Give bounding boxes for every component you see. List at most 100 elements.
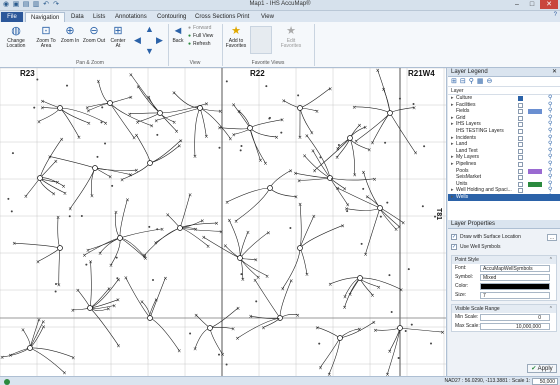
edit-favorites-button[interactable]: ★ Edit Favorites bbox=[276, 25, 306, 49]
layer-visibility-checkbox[interactable] bbox=[518, 194, 523, 200]
max-scale-input[interactable]: 10,000,000 bbox=[480, 323, 550, 330]
back-button[interactable]: ◄ Back bbox=[170, 25, 186, 44]
layer-visibility-checkbox[interactable] bbox=[518, 175, 523, 181]
change-location-button[interactable]: ◍ Change Location bbox=[2, 25, 30, 49]
layer-visibility-checkbox[interactable] bbox=[518, 135, 523, 141]
draw-surface-checkbox[interactable]: ✓ Draw with Surface Location ... bbox=[451, 232, 557, 242]
minimize-button[interactable]: – bbox=[510, 0, 524, 9]
layer-row[interactable]: Units ⚲ bbox=[448, 181, 560, 188]
tab-navigation[interactable]: Navigation bbox=[25, 12, 66, 22]
tab-print[interactable]: Print bbox=[232, 12, 254, 22]
close-button[interactable]: ✕ bbox=[540, 0, 558, 9]
search-layer-icon[interactable]: ⚲ bbox=[469, 78, 474, 85]
layer-name: My Layers bbox=[456, 154, 480, 161]
tab-annotations[interactable]: Annotations bbox=[110, 12, 152, 22]
layer-row[interactable]: ▸ Incidents ⚲ bbox=[448, 135, 560, 142]
layer-row[interactable]: Pools ⚲ bbox=[448, 168, 560, 175]
layer-name: Culture bbox=[456, 95, 473, 101]
layer-row[interactable]: ▸ IHS Layers ⚲ bbox=[448, 121, 560, 128]
visible-scale-header[interactable]: Visible Scale Range ⌃ bbox=[452, 305, 556, 313]
layer-row[interactable]: ▸ Facilities ⚲ bbox=[448, 102, 560, 109]
collapse-icon[interactable]: ⌃ bbox=[549, 305, 553, 313]
layer-visibility-checkbox[interactable] bbox=[518, 148, 523, 154]
use-well-symbols-checkbox[interactable]: ✓ Use Well Symbols bbox=[451, 242, 557, 252]
layer-row[interactable]: SeisMarket ⚲ bbox=[448, 174, 560, 181]
layer-visibility-checkbox[interactable] bbox=[518, 102, 523, 108]
layer-row[interactable]: ▸ Wells ⚲ bbox=[448, 193, 560, 201]
well-pad-symbol bbox=[37, 175, 43, 181]
layer-visibility-checkbox[interactable] bbox=[518, 188, 523, 194]
tab-file[interactable]: File bbox=[1, 12, 23, 22]
add-layer-icon[interactable]: ⊞ bbox=[451, 78, 457, 85]
layer-row[interactable]: ▸ Pipelines ⚲ bbox=[448, 161, 560, 168]
more-options-button[interactable]: ... bbox=[547, 233, 557, 241]
well-symbol: × bbox=[296, 313, 300, 319]
layer-row[interactable]: ▸ Culture ⚲ bbox=[448, 95, 560, 102]
layer-visibility-checkbox[interactable] bbox=[518, 96, 523, 101]
layer-properties-icon[interactable]: ⚲ bbox=[548, 174, 552, 181]
help-icon[interactable]: ? bbox=[554, 12, 557, 18]
refresh-button[interactable]: ● Refresh bbox=[188, 41, 211, 47]
layer-row[interactable]: ▸ My Layers ⚲ bbox=[448, 154, 560, 161]
full-view-button[interactable]: ● Full View bbox=[188, 33, 213, 39]
layer-visibility-checkbox[interactable] bbox=[518, 115, 523, 121]
add-to-favorites-button[interactable]: ★ Add to Favorites bbox=[224, 25, 248, 49]
layer-settings-icon[interactable]: ▦ bbox=[477, 78, 484, 85]
layer-visibility-checkbox[interactable] bbox=[518, 181, 523, 187]
layer-visibility-checkbox[interactable] bbox=[518, 109, 523, 115]
pan-right-icon[interactable]: ▶ bbox=[156, 35, 163, 45]
layer-row[interactable]: Fields ⚲ bbox=[448, 108, 560, 115]
forward-button[interactable]: ● Forward bbox=[188, 25, 211, 31]
layer-row[interactable]: ▸ Well Holding and Spaci... ⚲ bbox=[448, 187, 560, 194]
size-select[interactable]: 7 bbox=[480, 292, 550, 299]
apply-button[interactable]: ✔ Apply bbox=[527, 364, 557, 373]
tab-contouring[interactable]: Contouring bbox=[152, 12, 191, 22]
pan-arrows[interactable]: ▲ ◀ ▶ ▼ bbox=[132, 24, 166, 58]
point-style-header[interactable]: Point Style ⌃ bbox=[452, 256, 556, 264]
pan-left-icon[interactable]: ◀ bbox=[134, 35, 141, 45]
layer-properties-icon[interactable]: ⚲ bbox=[548, 194, 552, 201]
scale-select[interactable]: 50,000 bbox=[532, 378, 558, 385]
layer-row[interactable]: ▸ Land ⚲ bbox=[448, 141, 560, 148]
layer-visibility-checkbox[interactable] bbox=[518, 155, 523, 161]
pan-down-icon[interactable]: ▼ bbox=[145, 46, 154, 56]
map-drawing[interactable]: ××× ×××××××××××××××××××××××××××× × ××××× ×××… bbox=[0, 68, 447, 376]
tab-lists[interactable]: Lists bbox=[88, 12, 110, 22]
map-canvas[interactable]: × × × × × × × × × × × × × × × × × × × × × × × × × × × × × × × × × × × × × × × ×… bbox=[0, 68, 447, 376]
layer-properties-icon[interactable]: ⚲ bbox=[548, 108, 552, 115]
zoom-out-button[interactable]: ⊖ Zoom Out bbox=[82, 25, 106, 44]
layer-visibility-checkbox[interactable] bbox=[518, 168, 523, 174]
min-scale-input[interactable]: 0 bbox=[480, 314, 550, 321]
layer-visibility-checkbox[interactable] bbox=[518, 122, 523, 128]
layer-properties-icon[interactable]: ⚲ bbox=[548, 187, 552, 194]
layer-properties-icon[interactable]: ⚲ bbox=[548, 128, 552, 135]
pan-up-icon[interactable]: ▲ bbox=[145, 24, 154, 34]
font-select[interactable]: AccuMapWellSymbols bbox=[480, 265, 550, 272]
layer-properties-icon[interactable]: ⚲ bbox=[548, 121, 552, 128]
maximize-button[interactable]: □ bbox=[525, 0, 539, 9]
layer-visibility-checkbox[interactable] bbox=[518, 128, 523, 134]
layer-row[interactable]: Land Text ⚲ bbox=[448, 148, 560, 155]
collapse-icon[interactable]: ⌃ bbox=[549, 256, 553, 264]
tab-view[interactable]: View bbox=[256, 12, 279, 22]
layer-options-icon[interactable]: ⊟ bbox=[460, 78, 466, 85]
center-at-button[interactable]: ⊞ Center At bbox=[108, 25, 128, 49]
well-symbol: × bbox=[200, 219, 204, 225]
ribbon: ◍ Change Location ⊡ Zoom To Area ⊕ Zoom … bbox=[0, 22, 560, 68]
layer-properties-icon[interactable]: ⚲ bbox=[548, 95, 552, 102]
zoom-in-button[interactable]: ⊕ Zoom In bbox=[60, 25, 80, 44]
layer-visibility-checkbox[interactable] bbox=[518, 142, 523, 148]
remove-layer-icon[interactable]: ⊖ bbox=[487, 78, 493, 85]
layer-properties-icon[interactable]: ⚲ bbox=[548, 154, 552, 161]
layer-row[interactable]: IHS TESTING Layers ⚲ bbox=[448, 128, 560, 135]
color-picker[interactable] bbox=[480, 283, 550, 290]
symbol-select[interactable]: Mixed bbox=[480, 274, 550, 281]
layer-properties-icon[interactable]: ⚲ bbox=[548, 161, 552, 168]
zoom-to-area-button[interactable]: ⊡ Zoom To Area bbox=[34, 25, 58, 49]
tab-data[interactable]: Data bbox=[66, 12, 89, 22]
layer-properties-icon[interactable]: ⚲ bbox=[548, 141, 552, 148]
close-icon[interactable]: ✕ bbox=[552, 68, 557, 77]
favorites-gallery[interactable] bbox=[250, 26, 272, 54]
layer-visibility-checkbox[interactable] bbox=[518, 161, 523, 167]
layer-row[interactable]: ▸ Grid ⚲ bbox=[448, 115, 560, 122]
